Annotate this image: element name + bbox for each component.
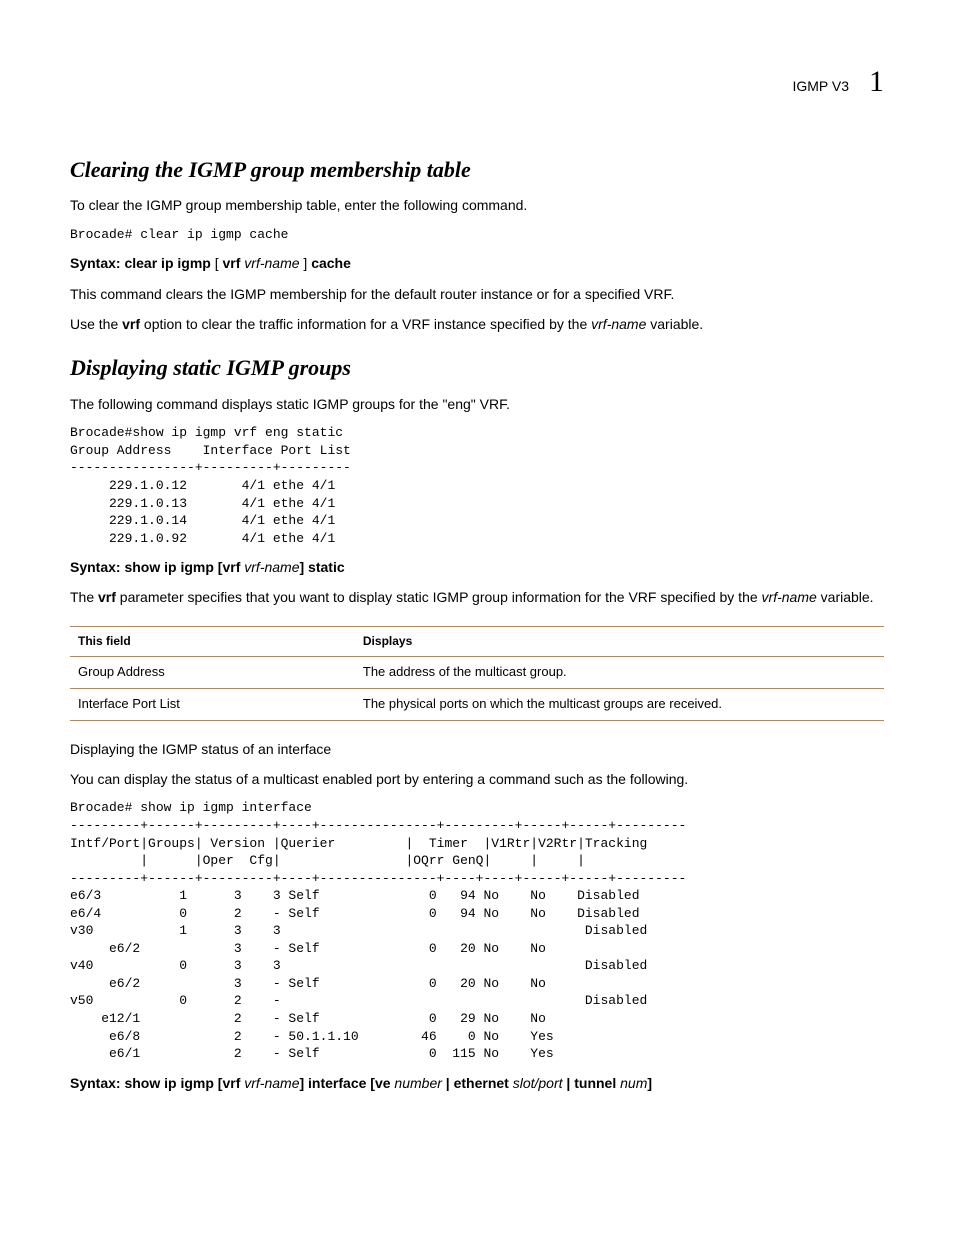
syntax-bracket-close: ] (300, 255, 312, 271)
syntax-label: Syntax: (70, 255, 121, 271)
syntax3-label: Syntax: (70, 1075, 121, 1091)
syntax3-c: | ethernet (442, 1075, 513, 1091)
syntax3-num: num (620, 1075, 647, 1091)
syntax3-a: show ip igmp [vrf (124, 1075, 244, 1091)
syntax-c: ] static (300, 559, 345, 575)
syntax-cmd: clear ip igmp (124, 255, 210, 271)
syntax-show-interface: Syntax: show ip igmp [vrf vrf-name] inte… (70, 1073, 884, 1093)
cell-field: Group Address (70, 657, 355, 689)
syntax3-e: ] (647, 1075, 652, 1091)
syntax-clear-igmp: Syntax: clear ip igmp [ vrf vrf-name ] c… (70, 253, 884, 273)
code-clear-igmp: Brocade# clear ip igmp cache (70, 226, 884, 244)
syntax-b: [vrf (214, 559, 244, 575)
syntax-show-static: Syntax: show ip igmp [vrf vrf-name] stat… (70, 557, 884, 577)
p1-b: parameter specifies that you want to dis… (116, 589, 762, 605)
syntax3-vrfname: vrf-name (244, 1075, 299, 1091)
p1-a: The (70, 589, 98, 605)
chapter-number: 1 (869, 60, 884, 104)
field-table: This field Displays Group Address The ad… (70, 626, 884, 721)
section1-p2: Use the vrf option to clear the traffic … (70, 314, 884, 334)
syntax-vrfname: vrf-name (244, 255, 299, 271)
syntax-label: Syntax: (70, 559, 121, 575)
p2-vrfname: vrf-name (591, 316, 646, 332)
syntax3-d: | tunnel (563, 1075, 621, 1091)
syntax-vrf: vrf (223, 255, 241, 271)
table-row: Group Address The address of the multica… (70, 657, 884, 689)
p1-c: variable. (817, 589, 874, 605)
section2-p3: You can display the status of a multicas… (70, 769, 884, 789)
header-topic: IGMP V3 (792, 76, 849, 96)
section2-p2: Displaying the IGMP status of an interfa… (70, 739, 884, 759)
table-row: Interface Port List The physical ports o… (70, 688, 884, 720)
table-header-row: This field Displays (70, 626, 884, 656)
code-show-interface: Brocade# show ip igmp interface --------… (70, 799, 884, 1062)
p2-a: Use the (70, 316, 122, 332)
section2-intro: The following command displays static IG… (70, 394, 884, 414)
p2-c: variable. (646, 316, 703, 332)
syntax-a: show ip igmp (124, 559, 213, 575)
syntax3-slotport: slot/port (513, 1075, 563, 1091)
cell-displays: The physical ports on which the multicas… (355, 688, 884, 720)
p1-vrfname: vrf-name (762, 589, 817, 605)
p2-b: option to clear the traffic information … (140, 316, 591, 332)
th-field: This field (78, 634, 131, 648)
page-header: IGMP V3 1 (70, 60, 884, 104)
th-displays: Displays (363, 634, 412, 648)
syntax3-b: ] interface [ve (299, 1075, 394, 1091)
p1-vrf: vrf (98, 589, 116, 605)
syntax-bracket-open: [ (211, 255, 223, 271)
syntax-vrfname: vrf-name (244, 559, 299, 575)
section1-intro: To clear the IGMP group membership table… (70, 195, 884, 215)
syntax-cache: cache (311, 255, 351, 271)
section2-p1: The vrf parameter specifies that you wan… (70, 587, 884, 607)
code-show-static: Brocade#show ip igmp vrf eng static Grou… (70, 424, 884, 547)
cell-displays: The address of the multicast group. (355, 657, 884, 689)
section-title-clearing: Clearing the IGMP group membership table (70, 154, 884, 186)
p2-vrf: vrf (122, 316, 140, 332)
section1-p1: This command clears the IGMP membership … (70, 284, 884, 304)
section-title-displaying: Displaying static IGMP groups (70, 352, 884, 384)
cell-field: Interface Port List (70, 688, 355, 720)
syntax3-number: number (394, 1075, 441, 1091)
